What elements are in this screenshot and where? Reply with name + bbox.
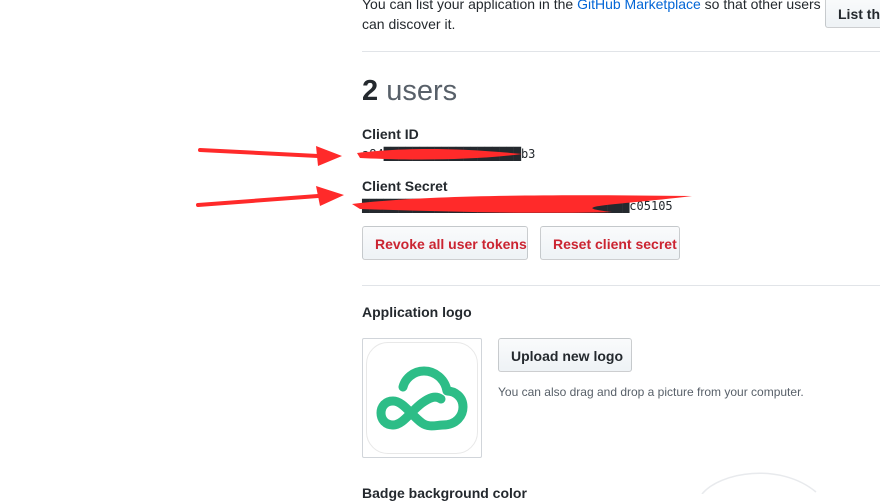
color-picker-wheel-edge xyxy=(701,472,817,494)
users-count: 2 xyxy=(362,75,379,107)
arrow-head xyxy=(316,186,344,206)
drag-drop-hint: You can also drag and drop a picture fro… xyxy=(498,385,804,399)
users-count-heading: 2 users xyxy=(362,72,457,110)
arrow-head xyxy=(316,146,342,166)
app-icon xyxy=(366,342,478,454)
revoke-all-user-tokens-button[interactable]: Revoke all user tokens xyxy=(362,226,528,260)
badge-background-color-label: Badge background color xyxy=(362,485,527,501)
cloud-infinity-icon xyxy=(376,366,468,431)
application-logo-preview xyxy=(362,338,482,458)
client-secret-label: Client Secret xyxy=(362,178,448,194)
client-id-label: Client ID xyxy=(362,126,419,142)
upload-new-logo-button[interactable]: Upload new logo xyxy=(498,338,632,372)
list-in-marketplace-button[interactable]: List thi xyxy=(825,0,880,28)
arrow-line xyxy=(198,148,320,158)
client-secret-value: █████████████████████████████████████c05… xyxy=(362,199,673,213)
users-label: users xyxy=(386,75,458,107)
client-id-value: a84███████████████████b3 xyxy=(362,147,536,161)
github-marketplace-link[interactable]: GitHub Marketplace xyxy=(577,0,701,12)
marketplace-text-before: You can list your application in the xyxy=(362,0,578,12)
application-logo-title: Application logo xyxy=(362,304,472,320)
arrow-line xyxy=(196,194,320,207)
divider xyxy=(362,51,880,52)
reset-client-secret-button[interactable]: Reset client secret xyxy=(540,226,680,260)
marketplace-description: You can list your application in the Git… xyxy=(362,0,832,34)
divider xyxy=(362,285,880,286)
